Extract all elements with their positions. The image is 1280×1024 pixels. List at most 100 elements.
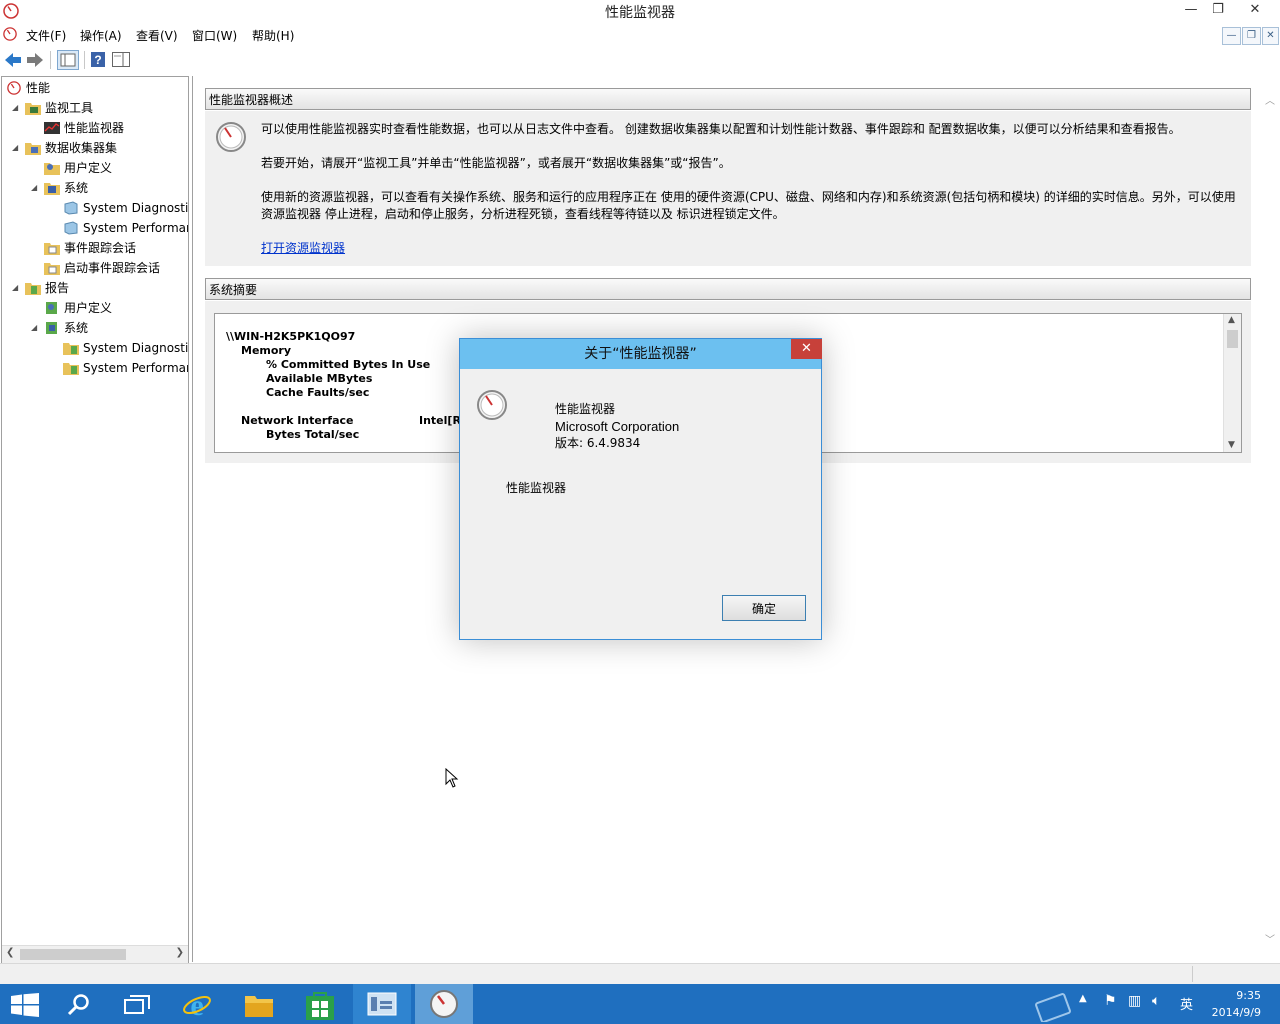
menu-help[interactable]: 帮助(H) — [252, 27, 294, 44]
tree-item-label: 系统 — [64, 321, 89, 335]
dialog-title: 关于“性能监视器” — [460, 339, 821, 369]
menu-view[interactable]: 查看(V) — [136, 27, 178, 44]
overview-body: 可以使用性能监视器实时查看性能数据，也可以从日志文件中查看。 创建数据收集器集以… — [205, 111, 1251, 266]
dialog-description: 性能监视器 — [506, 481, 567, 495]
show-hidden-icons-icon[interactable]: ▲ — [1079, 993, 1087, 1004]
status-bar — [0, 963, 1280, 984]
tree-item-reports-system-performance[interactable]: System Performance — [63, 359, 188, 377]
toolbar-separator — [84, 51, 85, 69]
summary-vertical-scrollbar[interactable]: ▲ ▼ — [1223, 314, 1241, 452]
ime-indicator[interactable]: 英 — [1180, 994, 1193, 1013]
network-icon[interactable]: ▥ — [1128, 993, 1141, 1009]
scroll-left-icon[interactable]: ❮ — [6, 947, 14, 958]
system-folder-icon — [44, 183, 60, 195]
main-scroll-down-icon[interactable]: ﹀ — [1265, 931, 1275, 946]
store-icon[interactable] — [306, 990, 334, 1020]
overview-paragraph-2: 若要开始，请展开“监视工具”并单击“性能监视器”，或者展开“数据收集器集”或“报… — [261, 156, 731, 170]
dialog-close-button[interactable]: ✕ — [791, 339, 822, 359]
taskbar-server-manager[interactable] — [353, 984, 411, 1024]
overview-header[interactable]: 性能监视器概述 — [205, 88, 1251, 110]
tree-item-reports-user-defined[interactable]: 用户定义 — [44, 299, 112, 317]
folder-collector-icon — [25, 143, 41, 155]
close-button[interactable]: ✕ — [1240, 0, 1270, 20]
toolbar-separator — [50, 51, 51, 69]
show-hide-console-tree-icon[interactable] — [57, 50, 79, 70]
window-title: 性能监视器 — [605, 5, 675, 21]
windows-start-icon[interactable] — [11, 993, 39, 1017]
tree-item-label: 启动事件跟踪会话 — [64, 261, 161, 275]
mdi-restore-icon[interactable]: ❐ — [1242, 27, 1261, 45]
internet-explorer-icon[interactable]: e — [182, 990, 212, 1020]
tree-item-label: 性能 — [26, 81, 51, 95]
expand-arrow-icon[interactable]: ◢ — [12, 99, 18, 117]
scroll-up-icon[interactable]: ▲ — [1228, 315, 1235, 325]
tree-item-startup-event-trace-sessions[interactable]: 启动事件跟踪会话 — [44, 259, 160, 277]
forward-arrow-icon[interactable] — [26, 52, 44, 68]
tree-item-performance[interactable]: 性能 — [6, 79, 50, 97]
user-folder-icon — [44, 163, 60, 175]
dialog-company: Microsoft Corporation — [555, 419, 680, 434]
tree-horizontal-scrollbar[interactable]: ❮ ❯ — [2, 945, 188, 963]
back-arrow-icon[interactable] — [4, 52, 22, 68]
main-scroll-up-icon[interactable]: ︿ — [1265, 92, 1275, 107]
ok-button[interactable]: 确定 — [722, 595, 806, 621]
minimize-button[interactable]: — — [1180, 0, 1202, 20]
tree-item-system[interactable]: ◢ 系统 — [31, 179, 88, 197]
tree-item-reports-system-diagnostics[interactable]: System Diagnostics — [63, 339, 188, 357]
report-icon — [46, 302, 57, 314]
help-icon[interactable]: ? — [90, 51, 106, 68]
scroll-right-icon[interactable]: ❯ — [176, 947, 184, 958]
search-icon[interactable] — [67, 994, 91, 1016]
tree-item-reports-system[interactable]: ◢ 系统 — [31, 319, 89, 337]
perfmon-dialog-icon — [477, 390, 507, 420]
menu-file[interactable]: 文件(F) — [26, 27, 66, 44]
action-center-flag-icon[interactable]: ⚑ — [1104, 993, 1117, 1009]
tree-item-system-performance[interactable]: System Performance — [63, 219, 188, 237]
tree-item-user-defined[interactable]: 用户定义 — [44, 159, 112, 177]
scrollbar-thumb[interactable] — [1227, 330, 1238, 348]
taskbar-clock-date[interactable]: 2014/9/9 — [1200, 1006, 1261, 1019]
expand-arrow-icon[interactable]: ◢ — [12, 279, 18, 297]
system-summary-header[interactable]: 系统摘要 — [205, 278, 1251, 300]
tree-item-event-trace-sessions[interactable]: 事件跟踪会话 — [44, 239, 136, 257]
expand-arrow-icon[interactable]: ◢ — [12, 139, 18, 157]
mdi-close-icon[interactable]: ✕ — [1262, 27, 1279, 45]
taskbar-performance-monitor[interactable] — [415, 984, 473, 1024]
volume-icon[interactable]: 🔈︎ — [1152, 993, 1160, 1009]
tree-item-label: 数据收集器集 — [45, 141, 118, 155]
svg-text:e: e — [190, 990, 203, 1020]
summary-object-memory: Memory — [241, 344, 292, 357]
tree-item-system-diagnostics[interactable]: System Diagnostics — [63, 199, 188, 217]
restore-button[interactable]: ❐ — [1207, 0, 1229, 20]
tree-item-performance-monitor[interactable]: 性能监视器 — [44, 119, 124, 137]
tree-item-label: System Performance — [83, 221, 188, 235]
scrollbar-thumb[interactable] — [20, 949, 126, 960]
taskbar-clock-time[interactable]: 9:35 — [1205, 989, 1261, 1002]
file-explorer-icon[interactable] — [244, 992, 274, 1018]
tree-item-data-collector-sets[interactable]: ◢ 数据收集器集 — [12, 139, 118, 157]
perfmon-taskbar-icon — [430, 990, 458, 1018]
menu-window[interactable]: 窗口(W) — [192, 27, 237, 44]
trace-folder-icon — [44, 243, 60, 255]
menu-action[interactable]: 操作(A) — [80, 27, 122, 44]
title-bar: 性能监视器 — ❐ ✕ — [0, 0, 1280, 22]
expand-arrow-icon[interactable]: ◢ — [31, 319, 37, 337]
tree-item-label: System Performance — [83, 361, 188, 375]
tree-item-label: 用户定义 — [64, 301, 113, 315]
report-icon — [46, 322, 57, 334]
scroll-down-icon[interactable]: ▼ — [1228, 440, 1235, 450]
expand-arrow-icon[interactable]: ◢ — [31, 179, 37, 197]
trace-folder-icon — [44, 263, 60, 275]
mdi-minimize-icon[interactable]: — — [1222, 27, 1241, 45]
system-menu-icon[interactable] — [3, 27, 17, 41]
summary-counter: Bytes Total/sec — [266, 428, 360, 441]
report-folder-icon — [63, 363, 79, 375]
task-view-icon[interactable] — [124, 995, 150, 1015]
open-resource-monitor-link[interactable]: 打开资源监视器 — [261, 240, 345, 257]
console-tree: 性能 ◢ 监视工具 性能监视器 ◢ 数据收集器集 用户定义 ◢ 系统 Syste… — [1, 76, 189, 964]
perfmon-large-icon — [216, 122, 246, 152]
dialog-product-name: 性能监视器 — [555, 402, 616, 416]
tree-item-reports[interactable]: ◢ 报告 — [12, 279, 69, 297]
show-action-pane-icon[interactable] — [112, 52, 130, 67]
tree-item-monitor-tools[interactable]: ◢ 监视工具 — [12, 99, 93, 117]
